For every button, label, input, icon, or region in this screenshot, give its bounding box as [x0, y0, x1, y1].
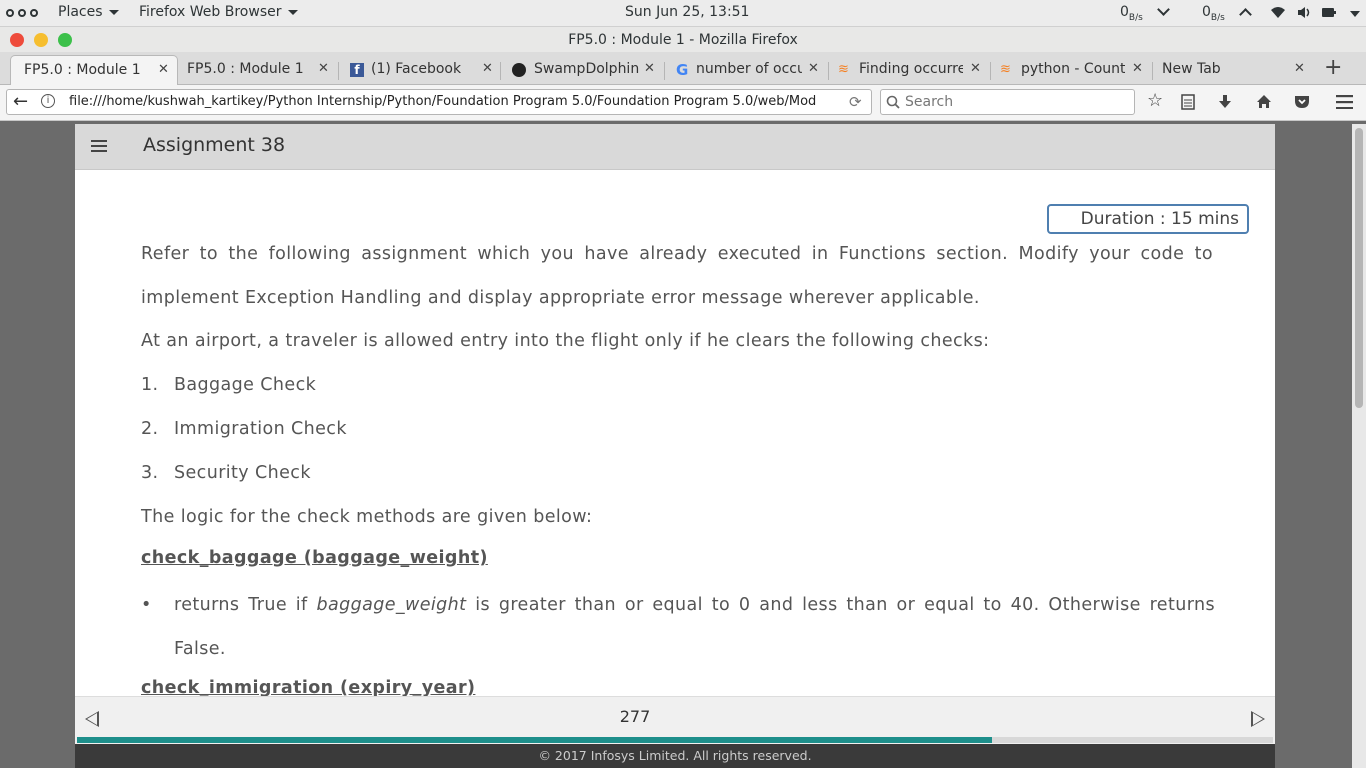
list-number: 2. [141, 419, 159, 439]
bullet-text-post: is greater than or equal to 0 and less t… [466, 595, 1215, 615]
list-item: • returns True if baggage_weight is grea… [141, 583, 1215, 671]
tab-label: SwampDolphin9 [534, 61, 640, 77]
close-tab-icon[interactable]: ✕ [1132, 61, 1143, 76]
window-titlebar: FP5.0 : Module 1 - Mozilla Firefox [0, 26, 1366, 52]
url-bar[interactable]: ← i file:///home/kushwah_kartikey/Python… [6, 89, 872, 115]
list-number: 1. [141, 375, 159, 395]
search-bar[interactable]: Search [880, 89, 1135, 115]
tab-label: (1) Facebook [371, 61, 462, 77]
pocket-icon[interactable] [1294, 94, 1310, 109]
activities-icon[interactable] [6, 9, 40, 18]
close-tab-icon[interactable]: ✕ [808, 61, 819, 76]
tab-github[interactable]: SwampDolphin9 ✕ [502, 55, 662, 85]
close-tab-icon[interactable]: ✕ [318, 61, 329, 76]
stackoverflow-icon: ≋ [1000, 62, 1011, 77]
list-number: 3. [141, 463, 159, 483]
volume-icon[interactable] [1297, 6, 1311, 19]
window-title: FP5.0 : Module 1 - Mozilla Firefox [568, 32, 798, 48]
course-page: Assignment 38 Duration : 15 mins Refer t… [75, 124, 1275, 768]
bullet-text-continued: False. [174, 639, 226, 659]
page-title: Assignment 38 [143, 134, 286, 156]
chevron-up-icon[interactable] [1239, 8, 1252, 21]
list-item: 3. Security Check [141, 451, 741, 495]
close-tab-icon[interactable]: ✕ [644, 61, 655, 76]
battery-icon[interactable] [1322, 8, 1336, 17]
google-icon: G [676, 61, 689, 79]
system-menu-icon[interactable] [1350, 11, 1360, 17]
chevron-down-icon [287, 9, 298, 15]
reload-icon[interactable]: ⟳ [849, 93, 862, 111]
page-navigation: 277 [75, 696, 1275, 744]
list-item: 1. Baggage Check [141, 363, 741, 407]
tab-label: FP5.0 : Module 1 [24, 62, 141, 78]
back-arrow-icon[interactable]: ← [13, 91, 28, 112]
vertical-scrollbar[interactable] [1352, 124, 1366, 768]
github-icon [512, 63, 526, 77]
wifi-icon[interactable] [1270, 6, 1286, 19]
bullet-text: returns True if baggage_weight is greate… [174, 583, 1215, 627]
close-tab-icon[interactable]: ✕ [158, 62, 169, 77]
tab-label: New Tab [1162, 61, 1221, 77]
download-icon[interactable] [1218, 94, 1232, 110]
tab-stackoverflow-1[interactable]: ≋ Finding occurren ✕ [830, 55, 990, 85]
page-number: 277 [619, 707, 651, 726]
search-input[interactable]: Search [905, 94, 953, 110]
tab-fp5-module-1-active[interactable]: FP5.0 : Module 1 ✕ [10, 55, 178, 85]
bullet: • [141, 595, 152, 615]
page-header: Assignment 38 [75, 124, 1275, 170]
tab-google-search[interactable]: G number of occur ✕ [666, 55, 826, 85]
airport-line: At an airport, a traveler is allowed ent… [141, 331, 990, 351]
function-heading: check_baggage (baggage_weight) [141, 548, 488, 568]
places-menu[interactable]: Places [58, 4, 119, 20]
list-item-label: Security Check [174, 463, 311, 483]
tab-label: python - Count o [1021, 61, 1125, 77]
tab-fp5-module-1[interactable]: FP5.0 : Module 1 ✕ [178, 55, 336, 85]
duration-badge: Duration : 15 mins [1047, 204, 1249, 234]
hamburger-menu-icon[interactable] [91, 140, 107, 152]
system-top-bar: Places Firefox Web Browser Sun Jun 25, 1… [0, 0, 1366, 26]
stackoverflow-icon: ≋ [838, 62, 849, 77]
app-menu[interactable]: Firefox Web Browser [139, 4, 298, 20]
chevron-down-icon [108, 9, 119, 15]
intro-line-1: Refer to the following assignment which … [141, 244, 1213, 264]
bookmark-star-icon[interactable]: ☆ [1147, 90, 1163, 111]
close-tab-icon[interactable]: ✕ [482, 61, 493, 76]
home-icon[interactable] [1256, 94, 1272, 109]
tab-stackoverflow-2[interactable]: ≋ python - Count o ✕ [992, 55, 1152, 85]
facebook-icon: f [350, 63, 364, 77]
tab-label: number of occur [696, 61, 802, 77]
tab-facebook[interactable]: f (1) Facebook ✕ [340, 55, 500, 85]
search-icon [886, 95, 900, 109]
close-tab-icon[interactable]: ✕ [970, 61, 981, 76]
variable-name: baggage_weight [316, 595, 467, 615]
next-page-icon-inner [1253, 713, 1263, 725]
net-up-speed: 0B/s [1202, 4, 1225, 23]
new-tab-plus-icon[interactable]: + [1324, 55, 1342, 80]
intro-line-2: implement Exception Handling and display… [141, 288, 980, 308]
copyright-footer: © 2017 Infosys Limited. All rights reser… [75, 744, 1275, 768]
info-icon[interactable]: i [41, 94, 55, 108]
menu-icon[interactable] [1336, 95, 1353, 109]
progress-bar [77, 737, 1273, 743]
tab-label: Finding occurren [859, 61, 963, 77]
chevron-down-icon[interactable] [1157, 3, 1170, 16]
navigation-toolbar: ← i file:///home/kushwah_kartikey/Python… [0, 85, 1366, 121]
tab-new-tab[interactable]: New Tab ✕ [1154, 55, 1314, 85]
url-text[interactable]: file:///home/kushwah_kartikey/Python Int… [69, 94, 823, 109]
progress-fill [77, 737, 992, 743]
clock[interactable]: Sun Jun 25, 13:51 [625, 4, 749, 20]
logic-line: The logic for the check methods are give… [141, 507, 593, 527]
tab-label: FP5.0 : Module 1 [187, 61, 304, 77]
list-item: 2. Immigration Check [141, 407, 741, 451]
scrollbar-thumb[interactable] [1355, 128, 1363, 408]
reader-list-icon[interactable] [1181, 94, 1195, 110]
net-down-speed: 0B/s [1120, 4, 1143, 23]
list-item-label: Immigration Check [174, 419, 347, 439]
bullet-text-pre: returns True if [174, 595, 317, 615]
tab-strip: FP5.0 : Module 1 ✕ FP5.0 : Module 1 ✕ f … [0, 52, 1366, 85]
list-item-label: Baggage Check [174, 375, 317, 395]
close-tab-icon[interactable]: ✕ [1294, 61, 1305, 76]
